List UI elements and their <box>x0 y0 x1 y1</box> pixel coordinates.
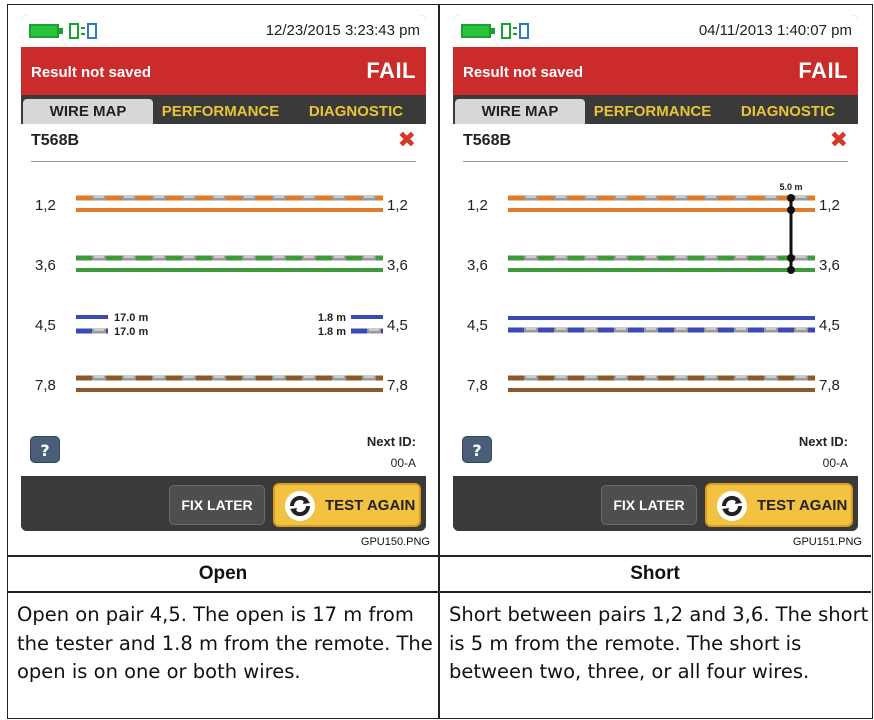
link-status-icon <box>501 23 529 39</box>
battery-tip <box>59 28 63 34</box>
short-node <box>787 266 795 274</box>
tab-bar: WIRE MAP PERFORMANCE DIAGNOSTIC <box>453 95 858 124</box>
pair-label-right: 1,2 <box>387 197 408 214</box>
short-node <box>787 194 795 202</box>
divider <box>463 161 848 162</box>
test-again-label: TEST AGAIN <box>325 497 416 514</box>
tester-screen: 12/23/2015 3:23:43 pm Result not saved F… <box>21 15 426 531</box>
battery-tip <box>491 28 495 34</box>
link-status-icon <box>69 23 97 39</box>
help-button[interactable]: ? <box>462 436 492 463</box>
divider <box>31 161 416 162</box>
short-node <box>787 206 795 214</box>
fix-later-button[interactable]: FIX LATER <box>169 485 265 525</box>
pair-label-right: 3,6 <box>819 257 840 274</box>
footer-bar: FIX LATER TEST AGAIN <box>453 476 858 531</box>
refresh-icon <box>717 491 747 521</box>
tab-diagnostic[interactable]: DIAGNOSTIC <box>720 99 856 124</box>
standard-label: T568B <box>463 132 512 149</box>
row-divider <box>8 591 871 593</box>
tab-wire-map[interactable]: WIRE MAP <box>455 99 585 124</box>
pair-label-left: 3,6 <box>467 257 488 274</box>
pair-label-left: 1,2 <box>35 197 56 214</box>
test-again-button[interactable]: TEST AGAIN <box>705 483 853 527</box>
case-description: Short between pairs 1,2 and 3,6. The sho… <box>449 603 869 683</box>
tab-performance[interactable]: PERFORMANCE <box>155 99 286 124</box>
status-bar: 04/11/2013 1:40:07 pm <box>453 15 858 47</box>
battery-icon <box>29 24 59 38</box>
fail-x-icon: ✖ <box>829 128 848 153</box>
image-filename: GPU151.PNG <box>792 536 862 548</box>
timestamp: 04/11/2013 1:40:07 pm <box>698 22 852 39</box>
open-distance-label: 17.0 m <box>114 312 148 324</box>
battery-icon <box>461 24 491 38</box>
pair-label-right: 3,6 <box>387 257 408 274</box>
screenshot-cell-open: 12/23/2015 3:23:43 pm Result not saved F… <box>8 5 438 555</box>
verdict: FAIL <box>366 58 416 83</box>
wire-map-panel: T568B ✖ 1,2 1,2 3,6 3,6 4,5 4,5 7,8 7,8 5.0 m ? … <box>453 124 858 476</box>
pair-label-right: 7,8 <box>819 377 840 394</box>
pair-label-right: 1,2 <box>819 197 840 214</box>
open-distance-label: 1.8 m <box>318 312 346 324</box>
test-again-label: TEST AGAIN <box>757 497 848 514</box>
pair-label-left: 3,6 <box>35 257 56 274</box>
pair-label-left: 7,8 <box>467 377 488 394</box>
screenshot-cell-short: 04/11/2013 1:40:07 pm Result not saved F… <box>440 5 870 555</box>
image-filename: GPU150.PNG <box>360 536 430 548</box>
case-description: Open on pair 4,5. The open is 17 m from … <box>17 603 433 683</box>
short-node <box>787 254 795 262</box>
wire-map-diagram: 1,2 1,2 3,6 3,6 4,5 4,5 7,8 7,8 5.0 m <box>467 182 840 394</box>
fix-later-button[interactable]: FIX LATER <box>601 485 697 525</box>
footer-bar: FIX LATER TEST AGAIN <box>21 476 426 531</box>
wire-map-diagram: 1,2 1,2 3,6 3,6 4,5 4,5 17.0 m 17.0 m 1.8 m 1.8 m… <box>35 195 408 394</box>
verdict: FAIL <box>798 58 848 83</box>
standard-label: T568B <box>31 132 80 149</box>
tab-wire-map[interactable]: WIRE MAP <box>23 99 153 124</box>
wire-map-panel: T568B ✖ 1,2 1,2 3,6 3,6 4,5 4,5 17.0 m 17.0 m 1.… <box>21 124 426 476</box>
short-distance-label: 5.0 m <box>779 182 802 192</box>
pair-label-left: 7,8 <box>35 377 56 394</box>
save-status: Result not saved <box>31 64 152 81</box>
pair-label-left: 4,5 <box>467 317 488 334</box>
fail-x-icon: ✖ <box>397 128 416 153</box>
refresh-icon <box>285 491 315 521</box>
result-bar: Result not saved FAIL <box>21 47 426 95</box>
status-bar: 12/23/2015 3:23:43 pm <box>21 15 426 47</box>
next-id-value: 00-A <box>822 456 848 470</box>
tab-diagnostic[interactable]: DIAGNOSTIC <box>288 99 424 124</box>
pair-label-left: 4,5 <box>35 317 56 334</box>
next-id-label: Next ID: <box>366 434 416 449</box>
next-id-value: 00-A <box>390 456 416 470</box>
help-button[interactable]: ? <box>30 436 60 463</box>
pair-label-right: 7,8 <box>387 377 408 394</box>
timestamp: 12/23/2015 3:23:43 pm <box>265 22 420 39</box>
open-distance-label: 17.0 m <box>114 326 148 338</box>
pair-label-left: 1,2 <box>467 197 488 214</box>
tab-bar: WIRE MAP PERFORMANCE DIAGNOSTIC <box>21 95 426 124</box>
tester-screen: 04/11/2013 1:40:07 pm Result not saved F… <box>453 15 858 531</box>
next-id-label: Next ID: <box>798 434 848 449</box>
save-status: Result not saved <box>463 64 584 81</box>
open-distance-label: 1.8 m <box>318 326 346 338</box>
pair-label-right: 4,5 <box>819 317 840 334</box>
test-again-button[interactable]: TEST AGAIN <box>273 483 421 527</box>
pair-label-right: 4,5 <box>387 317 408 334</box>
case-title: Open <box>198 563 248 584</box>
figure-table: 12/23/2015 3:23:43 pm Result not saved F… <box>7 4 873 719</box>
case-title: Short <box>630 563 680 584</box>
result-bar: Result not saved FAIL <box>453 47 858 95</box>
tab-performance[interactable]: PERFORMANCE <box>587 99 718 124</box>
